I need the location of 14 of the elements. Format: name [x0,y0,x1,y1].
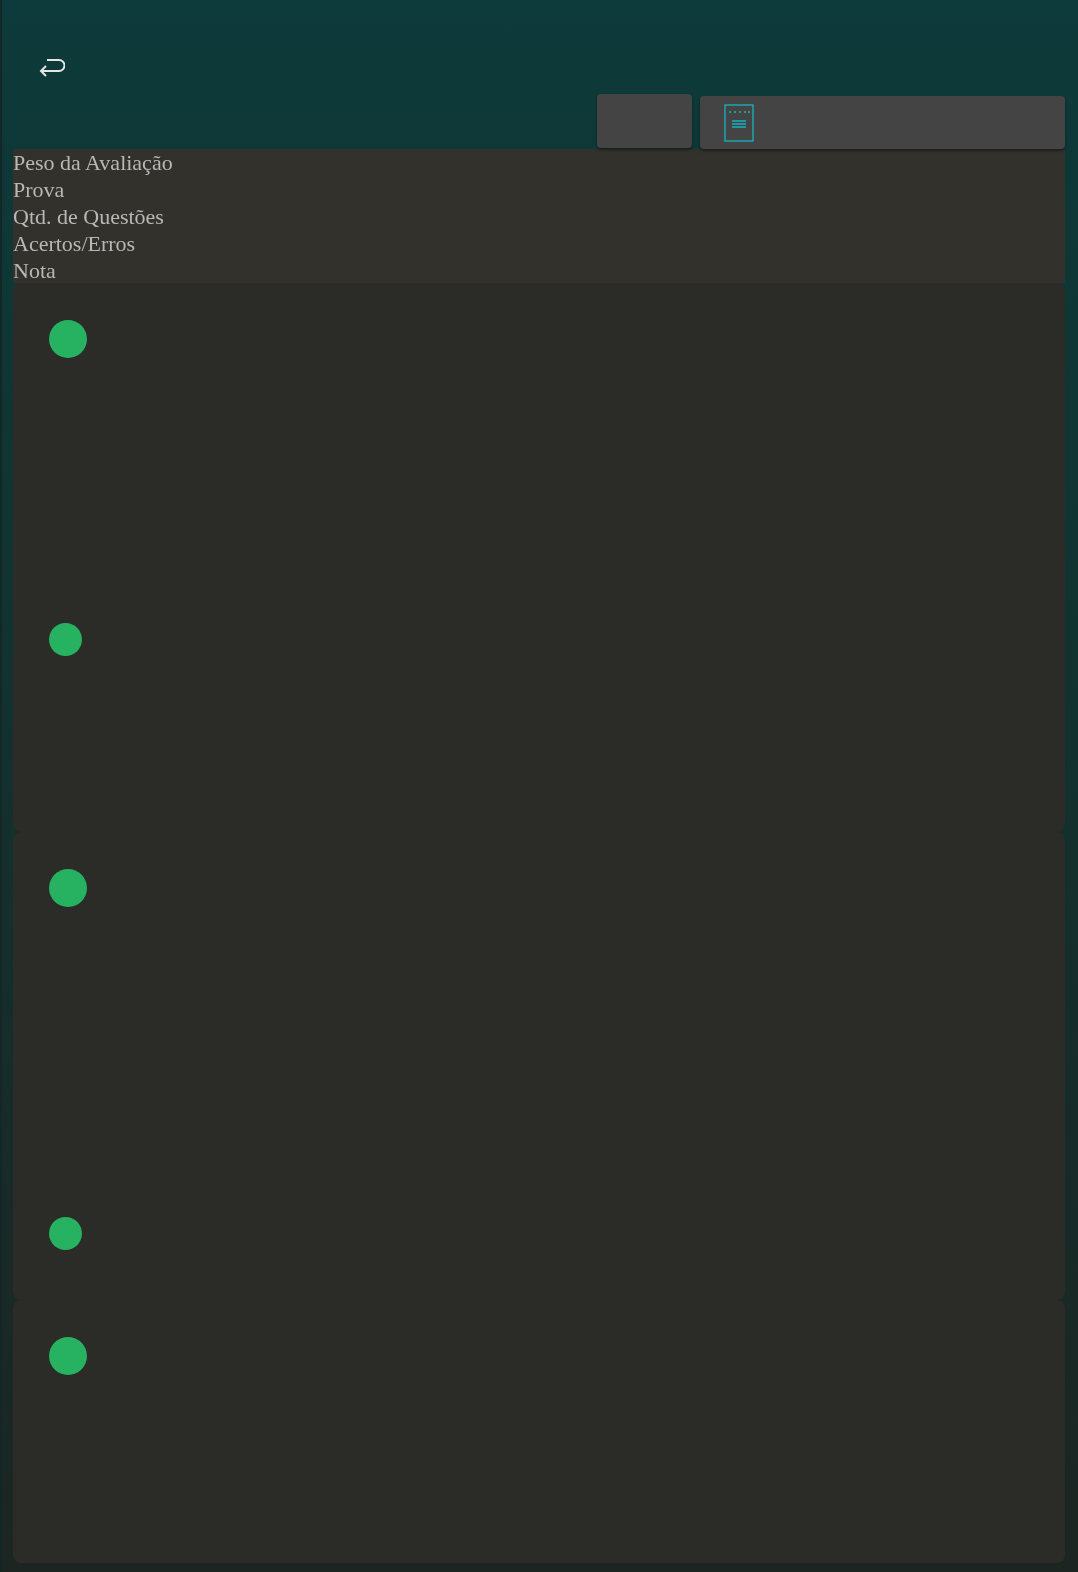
field-label: Peso da Avaliação [13,149,173,176]
notes-button[interactable] [700,96,1065,149]
notepad-icon [724,103,754,142]
status-dot [49,623,82,656]
field-label: Nota [13,257,56,284]
status-dot [49,320,87,358]
field-label: Qtd. de Questões [13,203,164,230]
back-icon[interactable] [37,56,65,78]
field-label: Acertos/Erros [13,230,136,257]
status-dot [49,1337,87,1375]
status-dot [49,1217,82,1250]
toolbar-button[interactable] [597,94,692,148]
status-dot [49,869,87,907]
field-label: Prova [13,176,65,203]
